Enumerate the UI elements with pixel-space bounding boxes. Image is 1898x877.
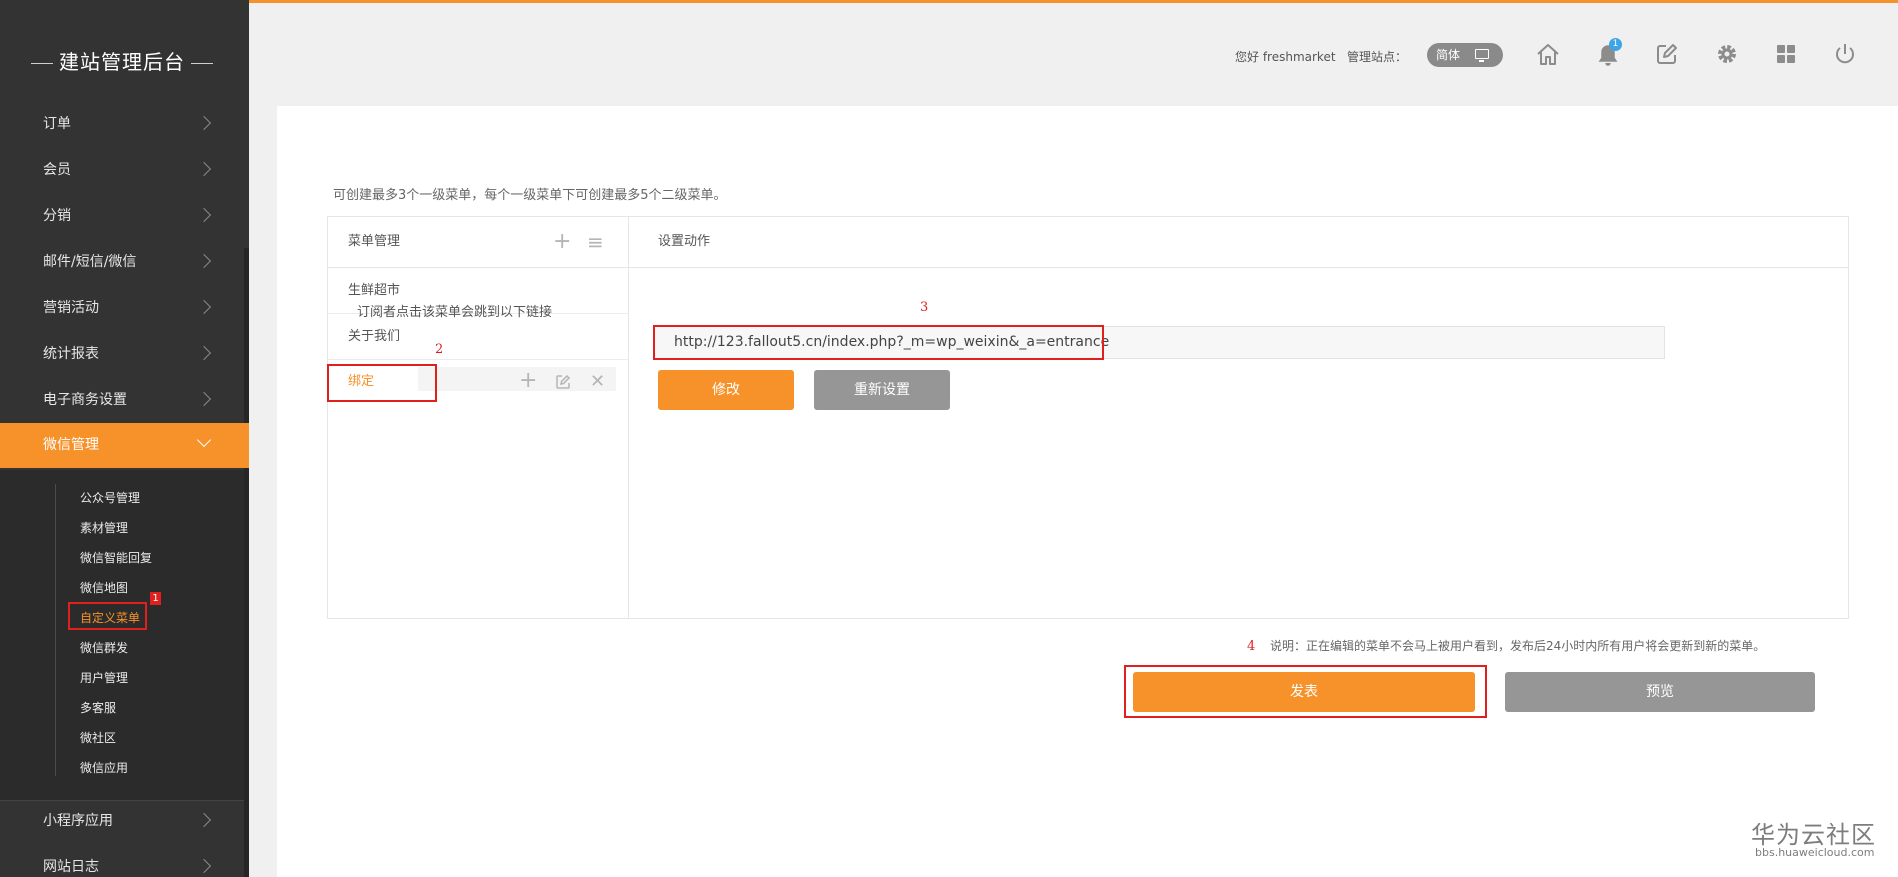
add-submenu-icon[interactable]: + (519, 366, 537, 396)
sidebar-item-label: 电子商务设置 (43, 392, 127, 408)
menu-panel-header: 菜单管理 + ≡ (328, 217, 628, 268)
annotation-label-4: 4 (1247, 639, 1256, 654)
menu-item-about-us[interactable]: 关于我们 (328, 314, 628, 360)
notification-badge: 1 (1609, 38, 1622, 51)
menu-row-highlight (418, 367, 616, 391)
annotation-label-1: 1 (150, 592, 161, 605)
sidebar-item-distribution[interactable]: 分销 (0, 194, 249, 238)
language-label: 简体 (1436, 48, 1461, 62)
greeting-text: 您好 freshmarket (1235, 50, 1336, 64)
menu-hint-text: 可创建最多3个一级菜单，每个一级菜单下可创建最多5个二级菜单。 (333, 188, 727, 203)
submenu-item-wechat-map[interactable]: 微信地图 (80, 578, 128, 598)
grid-icon[interactable] (1772, 40, 1800, 68)
chevron-down-icon (196, 432, 212, 448)
chevron-right-icon (196, 345, 212, 361)
chevron-right-icon (196, 161, 212, 177)
annotation-label-2: 2 (435, 342, 444, 357)
sidebar-item-label: 营销活动 (43, 300, 99, 316)
menu-item-label: 关于我们 (348, 329, 401, 344)
brand-title-text: 建站管理后台 (59, 50, 185, 74)
submenu-item-materials[interactable]: 素材管理 (80, 518, 128, 538)
annotation-box-4 (1124, 665, 1487, 718)
action-settings-panel: 设置动作 (629, 217, 1849, 618)
monitor-icon (1475, 49, 1489, 62)
home-icon[interactable] (1534, 40, 1562, 68)
chevron-right-icon (196, 207, 212, 223)
edit-menu-icon[interactable] (554, 367, 572, 403)
power-icon[interactable] (1831, 40, 1859, 68)
watermark-title: 华为云社区 (1751, 821, 1876, 849)
annotation-box-1 (68, 602, 147, 630)
brand-title: 建站管理后台 (0, 46, 244, 75)
sidebar-item-site-log[interactable]: 网站日志 (0, 845, 249, 877)
sidebar-item-marketing[interactable]: 营销活动 (0, 286, 249, 330)
menu-item-label: 生鲜超市 (348, 283, 401, 298)
sidebar-item-label: 分销 (43, 208, 71, 224)
gear-icon[interactable] (1713, 40, 1741, 68)
submenu-item-wechat-apps[interactable]: 微信应用 (80, 758, 128, 778)
sidebar-item-members[interactable]: 会员 (0, 148, 249, 192)
sidebar-item-mini-program[interactable]: 小程序应用 (0, 799, 249, 843)
annotation-box-3 (653, 325, 1104, 360)
submenu-item-official-account[interactable]: 公众号管理 (80, 488, 140, 508)
sidebar-item-label: 会员 (43, 162, 71, 178)
reset-button[interactable]: 重新设置 (814, 370, 950, 410)
submenu-item-smart-reply[interactable]: 微信智能回复 (80, 548, 152, 568)
annotation-label-3: 3 (920, 300, 929, 315)
bell-icon[interactable]: 1 (1594, 38, 1622, 68)
preview-button[interactable]: 预览 (1505, 672, 1815, 712)
sidebar-item-label: 小程序应用 (43, 813, 113, 829)
chevron-right-icon (196, 299, 212, 315)
chevron-right-icon (196, 115, 212, 131)
publish-note: 说明：正在编辑的菜单不会马上被用户看到，发布后24小时内所有用户将会更新到新的菜… (1270, 639, 1766, 653)
sidebar-item-orders[interactable]: 订单 (0, 102, 249, 146)
sidebar: 建站管理后台 订单 会员 分销 邮件/短信/微信 营销活动 统计报表 电子商务设… (0, 0, 249, 877)
submenu-item-mass-send[interactable]: 微信群发 (80, 638, 128, 658)
sidebar-item-label: 网站日志 (43, 859, 99, 875)
chevron-right-icon (196, 858, 212, 874)
menu-editor: 菜单管理 + ≡ 生鲜超市 关于我们 绑定 + ✕ 设置动作 (327, 216, 1849, 619)
sidebar-item-label: 统计报表 (43, 346, 99, 362)
sidebar-item-wechat-management[interactable]: 微信管理 (0, 423, 249, 468)
submenu-tree-line (55, 484, 56, 776)
sidebar-item-label: 微信管理 (43, 437, 99, 453)
delete-menu-icon[interactable]: ✕ (590, 367, 605, 397)
action-panel-title: 设置动作 (658, 234, 711, 249)
menu-panel-title: 菜单管理 (348, 234, 401, 249)
modify-button[interactable]: 修改 (658, 370, 794, 410)
sidebar-item-email-sms-wechat[interactable]: 邮件/短信/微信 (0, 240, 249, 284)
edit-icon[interactable] (1653, 40, 1681, 68)
submenu-item-customer-service[interactable]: 多客服 (80, 698, 116, 718)
chevron-right-icon (196, 253, 212, 269)
sidebar-item-label: 邮件/短信/微信 (43, 254, 137, 270)
sort-list-icon[interactable]: ≡ (587, 217, 604, 267)
sidebar-item-ecommerce-settings[interactable]: 电子商务设置 (0, 378, 249, 422)
add-icon[interactable]: + (553, 217, 571, 267)
site-label: 管理站点： (1347, 50, 1408, 64)
link-label: 订阅者点击该菜单会跳到以下链接 (357, 305, 553, 320)
top-accent-line (249, 0, 1898, 3)
chevron-right-icon (196, 812, 212, 828)
watermark-url: bbs.huaweicloud.com (1755, 846, 1875, 859)
chevron-right-icon (196, 391, 212, 407)
action-panel-header: 设置动作 (629, 217, 1849, 268)
menu-management-panel: 菜单管理 + ≡ 生鲜超市 关于我们 绑定 + ✕ (328, 217, 629, 618)
annotation-box-2 (327, 364, 437, 402)
submenu-item-micro-community[interactable]: 微社区 (80, 728, 116, 748)
sidebar-item-statistics[interactable]: 统计报表 (0, 332, 249, 376)
submenu-item-user-management[interactable]: 用户管理 (80, 668, 128, 688)
sidebar-item-label: 订单 (43, 116, 71, 132)
language-toggle[interactable]: 简体 (1427, 43, 1503, 67)
